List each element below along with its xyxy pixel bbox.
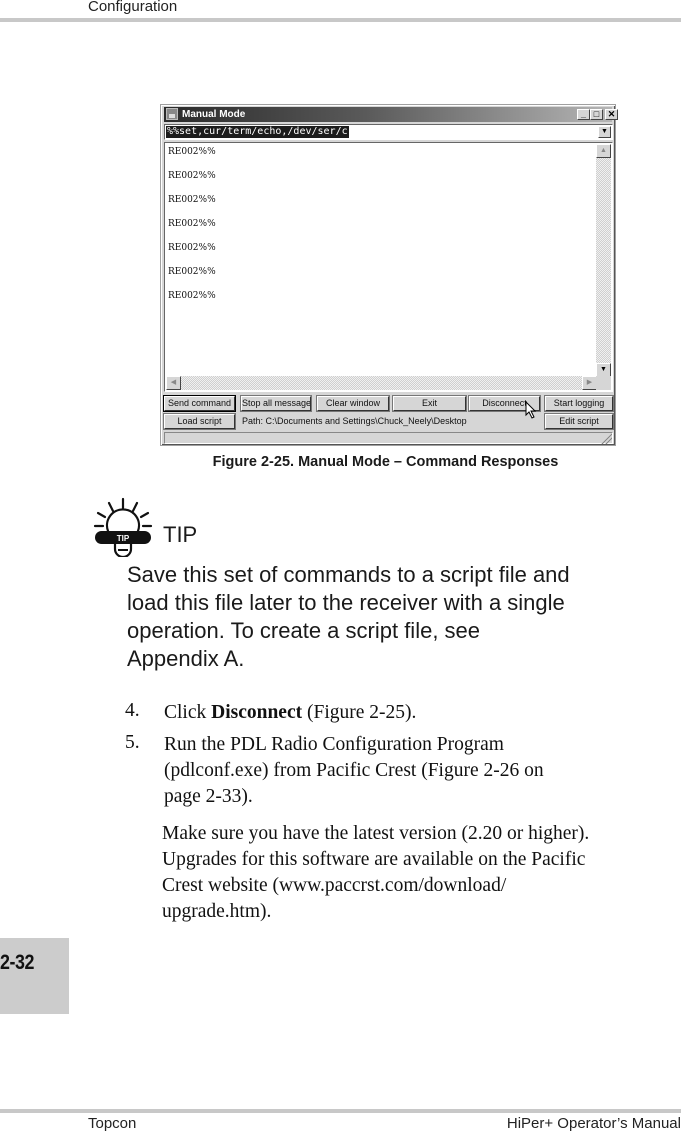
app-icon bbox=[166, 108, 178, 120]
dropdown-arrow-icon[interactable]: ▼ bbox=[598, 126, 611, 138]
figure-caption: Figure 2-25. Manual Mode – Command Respo… bbox=[212, 454, 559, 470]
version-note: Make sure you have the latest version (2… bbox=[162, 821, 677, 925]
scroll-right-icon[interactable]: ▶ bbox=[582, 376, 597, 390]
footer-company: Topcon bbox=[88, 1115, 137, 1132]
page-number: 2-32 bbox=[0, 951, 35, 974]
send-command-button[interactable]: Send command bbox=[164, 396, 235, 411]
output-line: RE002%% bbox=[168, 243, 216, 253]
step-number: 5. bbox=[125, 732, 140, 753]
step-4-text: Click Disconnect (Figure 2-25). bbox=[164, 700, 674, 726]
header-rule bbox=[0, 18, 681, 22]
scroll-corner bbox=[596, 376, 611, 390]
stop-all-messages-button[interactable]: Stop all messages bbox=[241, 396, 311, 411]
step-line: page 2-33). bbox=[164, 786, 253, 807]
maximize-button[interactable]: □ bbox=[590, 109, 603, 120]
tip-title: TIP bbox=[163, 522, 198, 547]
command-value: %%set,cur/term/echo,/dev/ser/c bbox=[166, 126, 349, 138]
exit-button[interactable]: Exit bbox=[393, 396, 466, 411]
step-5-text: Run the PDL Radio Configuration Program … bbox=[164, 732, 674, 810]
path-label: Path: C:\Documents and Settings\Chuck_Ne… bbox=[242, 416, 467, 426]
tip-line: operation. To create a script file, see bbox=[127, 618, 481, 643]
resize-grip-icon[interactable] bbox=[600, 432, 612, 444]
title-bar[interactable]: Manual Mode _ □ ✕ bbox=[164, 107, 618, 122]
note-line: Upgrades for this software are available… bbox=[162, 849, 586, 870]
start-logging-button[interactable]: Start logging bbox=[545, 396, 613, 411]
tip-line: Save this set of commands to a script fi… bbox=[127, 562, 570, 587]
note-line: Make sure you have the latest version (2… bbox=[162, 823, 590, 844]
tip-line: Appendix A. bbox=[127, 646, 245, 671]
note-line: Crest website (www.paccrst.com/download/ bbox=[162, 875, 507, 896]
scroll-down-icon[interactable]: ▼ bbox=[596, 363, 611, 377]
step-disconnect-emphasis: Disconnect bbox=[211, 702, 303, 723]
minimize-button[interactable]: _ bbox=[577, 109, 590, 120]
horizontal-scrollbar[interactable]: ◀ ▶ bbox=[166, 376, 597, 390]
manual-mode-window: Manual Mode _ □ ✕ %%set,cur/term/echo,/d… bbox=[160, 104, 618, 446]
output-line: RE002%% bbox=[168, 219, 216, 229]
footer-manual-title: HiPer+ Operator’s Manual bbox=[506, 1115, 681, 1132]
page-tab bbox=[0, 938, 69, 1014]
step-number: 4. bbox=[125, 700, 140, 721]
step-text-pre: Click bbox=[164, 702, 212, 723]
clear-window-button[interactable]: Clear window bbox=[317, 396, 389, 411]
output-line: RE002%% bbox=[168, 291, 216, 301]
step-text-post: (Figure 2-25). bbox=[302, 702, 417, 723]
output-line: RE002%% bbox=[168, 171, 216, 181]
output-line: RE002%% bbox=[168, 267, 216, 277]
lightbulb-tip-icon: TIP bbox=[93, 497, 153, 557]
window-title: Manual Mode bbox=[182, 109, 246, 120]
step-line: (pdlconf.exe) from Pacific Crest (Figure… bbox=[164, 760, 544, 781]
status-bar bbox=[164, 432, 613, 444]
output-line: RE002%% bbox=[168, 147, 216, 157]
footer-rule bbox=[0, 1109, 681, 1113]
scroll-left-icon[interactable]: ◀ bbox=[166, 376, 181, 390]
command-input[interactable]: %%set,cur/term/echo,/dev/ser/c ▼ bbox=[164, 124, 613, 140]
output-line: RE002%% bbox=[168, 195, 216, 205]
tip-body: Save this set of commands to a script fi… bbox=[127, 561, 667, 673]
close-button[interactable]: ✕ bbox=[605, 109, 618, 120]
tip-icon-label: TIP bbox=[117, 534, 130, 543]
edit-script-button[interactable]: Edit script bbox=[545, 414, 613, 429]
vertical-scrollbar[interactable]: ▲ ▼ bbox=[596, 144, 611, 377]
note-line: upgrade.htm). bbox=[162, 901, 272, 922]
tip-line: load this file later to the receiver wit… bbox=[127, 590, 565, 615]
load-script-button[interactable]: Load script bbox=[164, 414, 235, 429]
step-line: Run the PDL Radio Configuration Program bbox=[164, 734, 504, 755]
mouse-pointer-icon bbox=[525, 401, 537, 419]
output-area[interactable]: RE002%% RE002%% RE002%% RE002%% RE002%% … bbox=[164, 142, 613, 392]
running-header: Configuration bbox=[88, 0, 178, 15]
scroll-up-icon[interactable]: ▲ bbox=[596, 144, 611, 158]
